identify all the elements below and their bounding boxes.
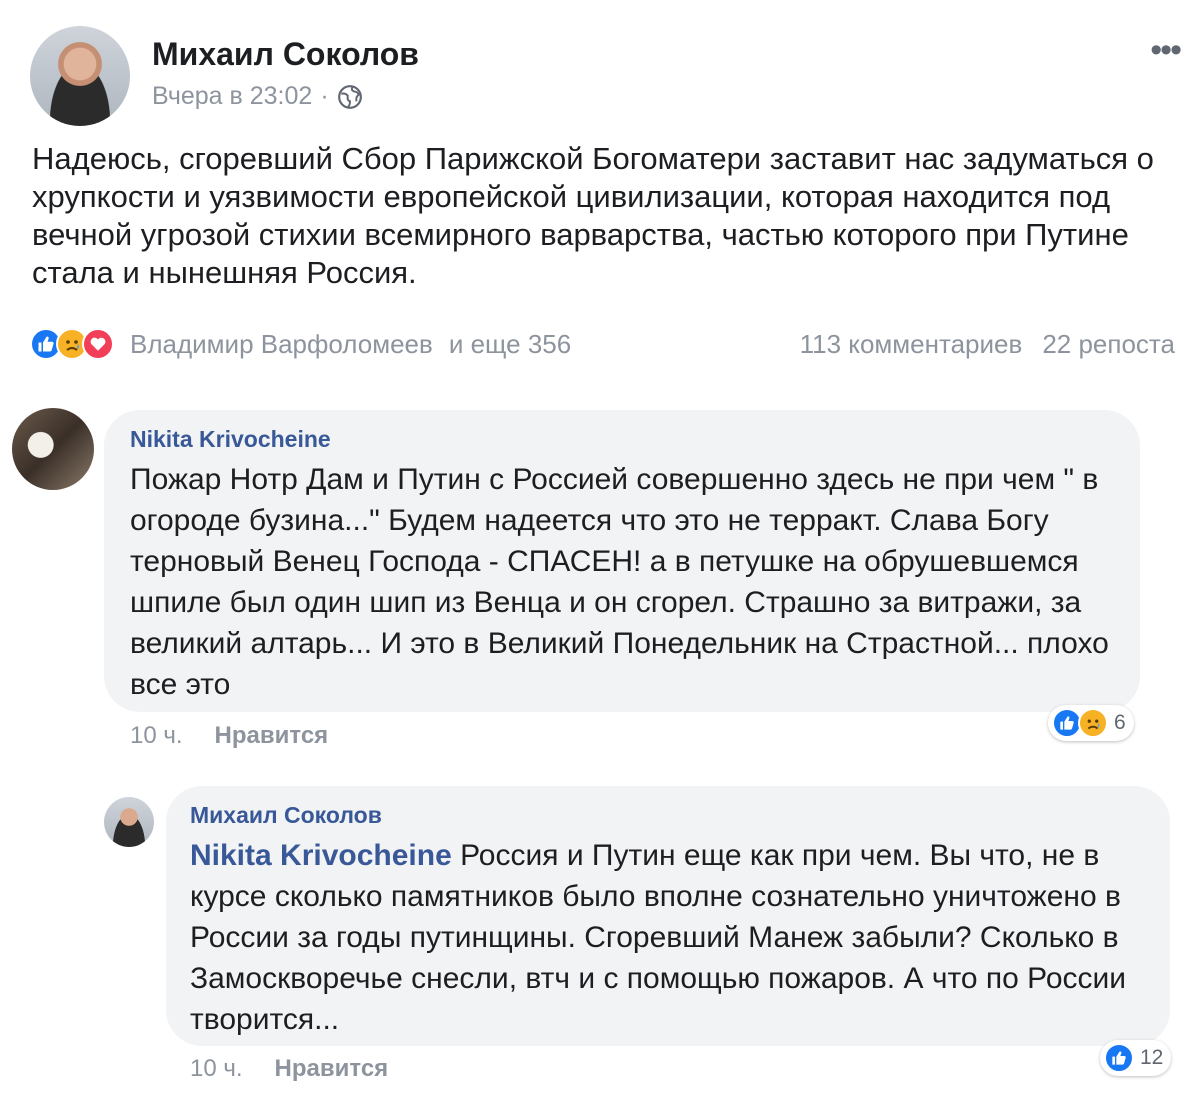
post-time[interactable]: Вчера в 23:02 — [152, 82, 312, 111]
reply-bubble: Михаил Соколов Nikita Krivocheine Россия… — [166, 786, 1170, 1046]
comment-actions: 10 ч. Нравится — [130, 722, 328, 750]
reaction-icons[interactable] — [30, 328, 114, 360]
reply-actions: 10 ч. Нравится — [190, 1055, 388, 1083]
like-button[interactable]: Нравится — [275, 1055, 389, 1083]
reply-time[interactable]: 10 ч. — [190, 1055, 243, 1083]
comment-bubble: Nikita Krivocheine Пожар Нотр Дам и Пути… — [104, 410, 1140, 712]
meta-separator: · — [320, 82, 329, 110]
comment-text: Пожар Нотр Дам и Путин с Россией соверше… — [130, 463, 1109, 701]
like-button[interactable]: Нравится — [215, 722, 329, 750]
reaction-count: 6 — [1114, 711, 1126, 734]
globe-icon[interactable] — [337, 84, 363, 110]
comment-reactions[interactable]: 6 — [1048, 705, 1134, 741]
reaction-more[interactable]: и еще 356 — [449, 329, 571, 360]
shares-count[interactable]: 22 репоста — [1042, 329, 1175, 360]
reply-text-block: Nikita Krivocheine Россия и Путин еще ка… — [190, 835, 1146, 1040]
comment-avatar[interactable] — [12, 408, 94, 490]
love-icon — [82, 328, 114, 360]
reaction-names[interactable]: Владимир Варфоломеев — [130, 329, 433, 360]
like-icon — [1104, 1043, 1134, 1073]
reactions-summary: Владимир Варфоломеев и еще 356 113 комме… — [30, 324, 1175, 364]
post-text: Надеюсь, сгоревший Сбор Парижской Богома… — [32, 141, 1154, 290]
post-author-name[interactable]: Михаил Соколов — [152, 36, 419, 73]
author-avatar[interactable] — [30, 26, 130, 126]
reply-author[interactable]: Михаил Соколов — [190, 802, 1146, 829]
reaction-count: 12 — [1140, 1046, 1164, 1069]
post-meta: Вчера в 23:02 · — [152, 82, 363, 111]
comment-author[interactable]: Nikita Krivocheine — [130, 426, 1114, 453]
comment-time[interactable]: 10 ч. — [130, 722, 183, 750]
reply-avatar[interactable] — [104, 797, 154, 847]
comments-count[interactable]: 113 комментариев — [800, 329, 1023, 360]
reply-mention[interactable]: Nikita Krivocheine — [190, 839, 452, 872]
more-options-icon[interactable]: ••• — [1150, 33, 1182, 67]
reply-reactions[interactable]: 12 — [1100, 1040, 1172, 1076]
sad-icon — [1078, 708, 1108, 738]
